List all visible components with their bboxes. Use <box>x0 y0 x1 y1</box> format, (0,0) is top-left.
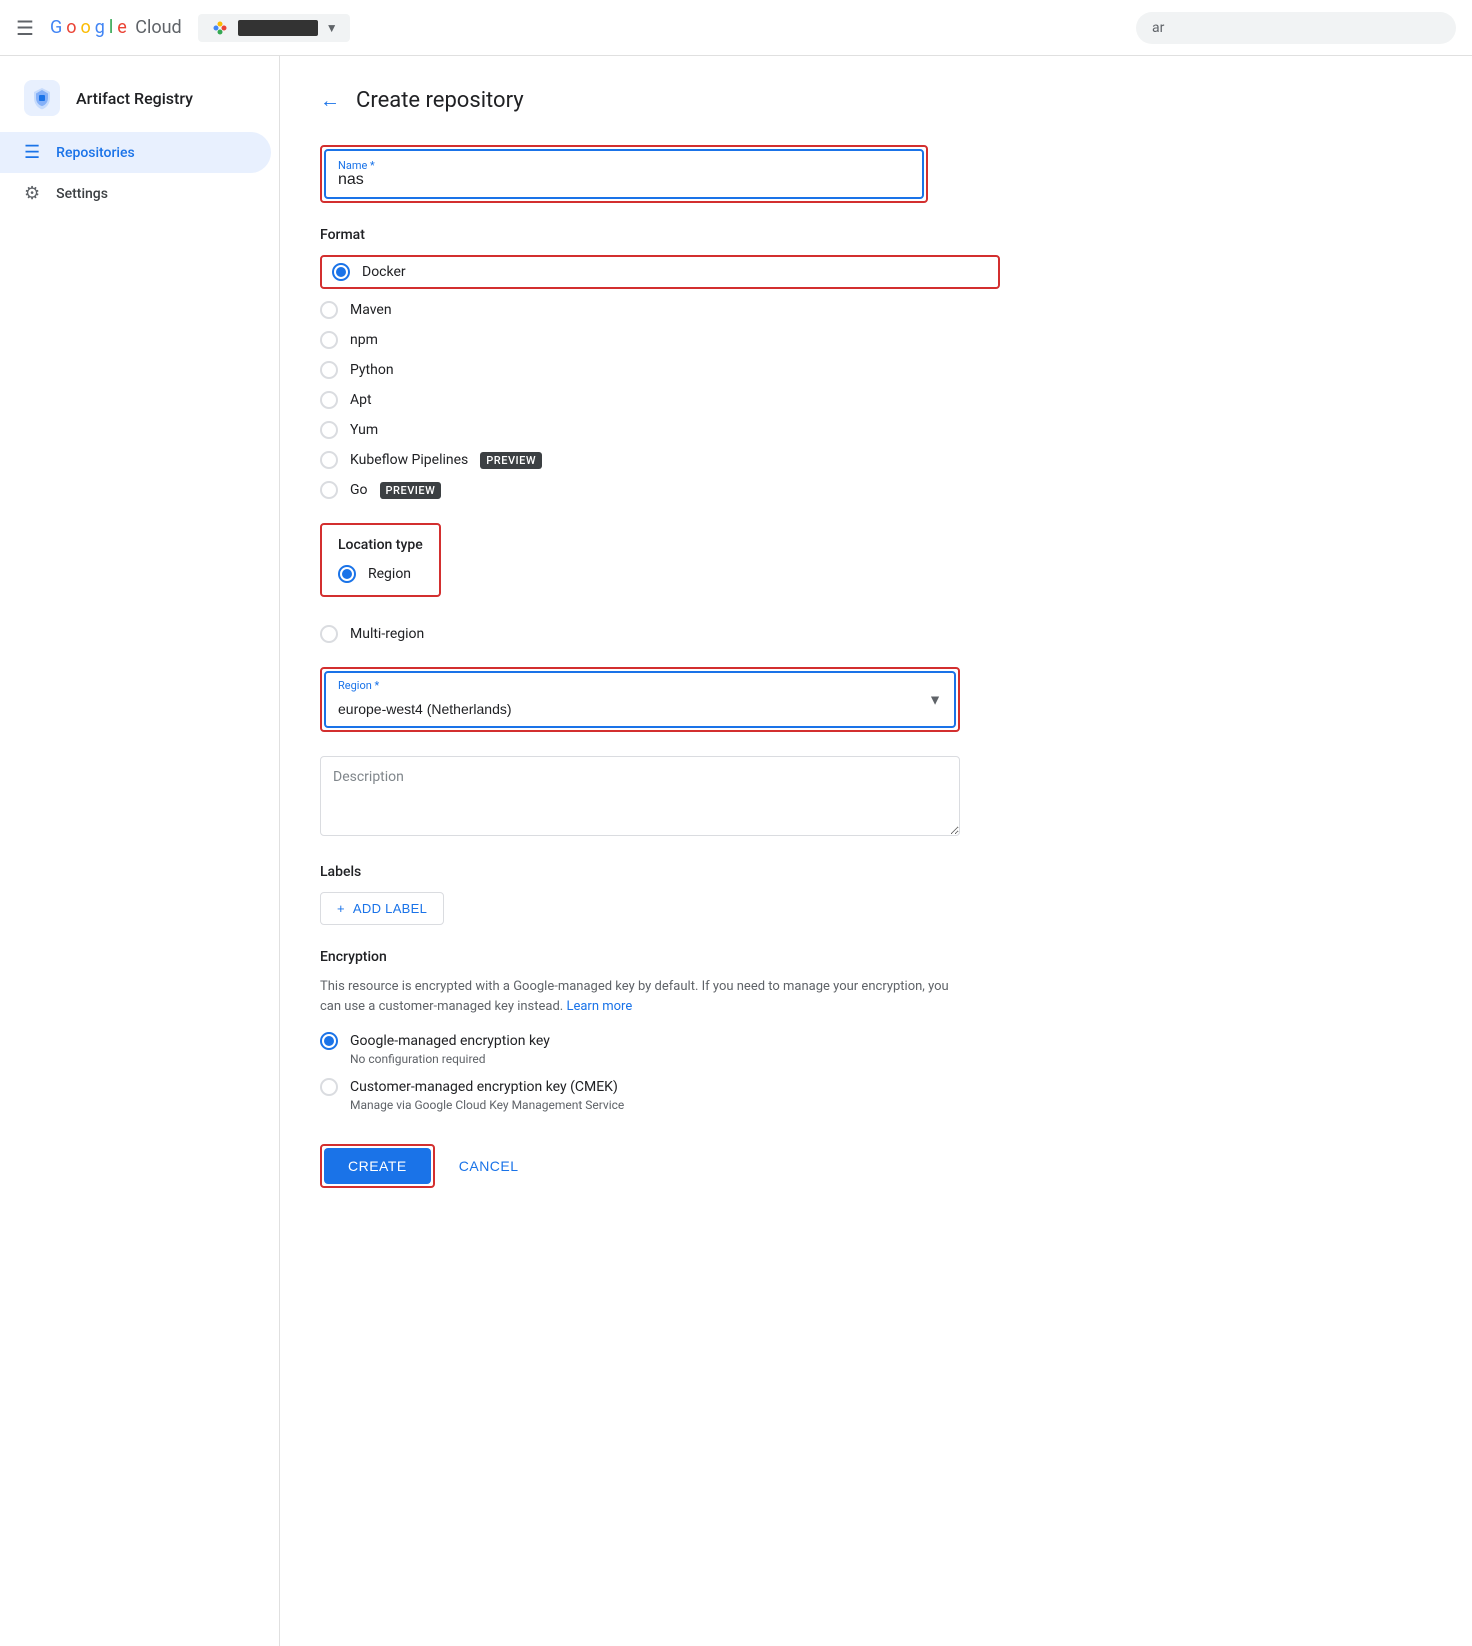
add-label-button[interactable]: + ADD LABEL <box>320 892 444 925</box>
back-button[interactable]: ← <box>320 88 340 113</box>
sidebar-item-repositories[interactable]: ☰ Repositories <box>0 132 271 173</box>
sidebar-header: Artifact Registry <box>0 64 279 132</box>
project-dots-icon <box>210 18 230 38</box>
encryption-radio-group: Google-managed encryption key No configu… <box>320 1032 1000 1112</box>
kubeflow-radio[interactable] <box>320 451 338 469</box>
location-type-radio-group: Region <box>338 565 423 583</box>
encryption-option-cmek[interactable]: Customer-managed encryption key (CMEK) M… <box>320 1078 1000 1112</box>
name-field-label: Name * <box>338 159 375 172</box>
google-managed-radio[interactable] <box>320 1032 338 1050</box>
google-managed-label: Google-managed encryption key <box>350 1033 550 1049</box>
name-field: Name * <box>324 149 924 199</box>
encryption-label: Encryption <box>320 949 1000 965</box>
sidebar-item-repositories-label: Repositories <box>56 145 135 161</box>
yum-radio[interactable] <box>320 421 338 439</box>
name-field-highlight: Name * <box>320 145 928 203</box>
project-selector[interactable]: ▼ <box>198 14 350 42</box>
go-label: Go <box>350 482 368 498</box>
name-input[interactable] <box>338 167 910 189</box>
encryption-option-google[interactable]: Google-managed encryption key No configu… <box>320 1032 1000 1066</box>
sidebar-title: Artifact Registry <box>76 89 193 108</box>
region-dropdown: Region * europe-west4 (Netherlands) us-c… <box>324 671 956 728</box>
format-option-apt[interactable]: Apt <box>320 391 1000 409</box>
project-chevron-icon: ▼ <box>326 21 338 35</box>
sidebar-item-settings-label: Settings <box>56 186 108 202</box>
location-type-region[interactable]: Region <box>338 565 423 583</box>
npm-label: npm <box>350 332 378 348</box>
go-radio[interactable] <box>320 481 338 499</box>
region-label: Region <box>368 566 411 582</box>
description-field[interactable] <box>320 756 960 836</box>
kubeflow-preview-badge: PREVIEW <box>480 452 542 469</box>
maven-label: Maven <box>350 302 392 318</box>
topbar: ☰ Google Cloud ▼ ar <box>0 0 1472 56</box>
maven-radio[interactable] <box>320 301 338 319</box>
create-button[interactable]: CREATE <box>324 1148 431 1184</box>
create-button-highlight: CREATE <box>320 1144 435 1188</box>
location-type-label: Location type <box>338 537 423 553</box>
region-select[interactable]: europe-west4 (Netherlands) us-central1 (… <box>338 689 942 717</box>
format-option-python[interactable]: Python <box>320 361 1000 379</box>
project-name <box>238 20 318 36</box>
region-radio[interactable] <box>338 565 356 583</box>
search-bar[interactable]: ar <box>1136 12 1456 44</box>
apt-label: Apt <box>350 392 372 408</box>
region-field-label: Region * <box>338 679 379 692</box>
google-managed-sub: No configuration required <box>350 1052 1000 1066</box>
sidebar-item-settings[interactable]: ⚙ Settings <box>0 173 271 214</box>
multiregion-radio[interactable] <box>320 625 338 643</box>
settings-icon: ⚙ <box>24 183 40 204</box>
artifact-registry-logo <box>24 80 60 116</box>
npm-radio[interactable] <box>320 331 338 349</box>
format-label: Format <box>320 227 1000 243</box>
labels-section: Labels + ADD LABEL <box>320 864 1000 925</box>
format-option-docker[interactable]: Docker <box>332 263 406 281</box>
menu-icon[interactable]: ☰ <box>16 16 34 40</box>
docker-label: Docker <box>362 264 406 280</box>
format-radio-group: Docker Maven npm Python <box>320 255 1000 499</box>
cmek-label: Customer-managed encryption key (CMEK) <box>350 1079 618 1095</box>
location-type-highlight: Location type Region <box>320 523 441 597</box>
learn-more-link[interactable]: Learn more <box>566 999 632 1014</box>
kubeflow-label: Kubeflow Pipelines <box>350 452 468 468</box>
cancel-button[interactable]: CANCEL <box>459 1158 519 1174</box>
go-preview-badge: PREVIEW <box>380 482 442 499</box>
format-option-kubeflow[interactable]: Kubeflow Pipelines PREVIEW <box>320 451 1000 469</box>
cmek-radio[interactable] <box>320 1078 338 1096</box>
page-header: ← Create repository <box>320 88 1432 113</box>
page-title: Create repository <box>356 88 524 113</box>
python-radio[interactable] <box>320 361 338 379</box>
format-option-maven[interactable]: Maven <box>320 301 1000 319</box>
format-option-go[interactable]: Go PREVIEW <box>320 481 1000 499</box>
action-buttons: CREATE CANCEL <box>320 1144 1000 1188</box>
sidebar: Artifact Registry ☰ Repositories ⚙ Setti… <box>0 56 280 1646</box>
encryption-description: This resource is encrypted with a Google… <box>320 977 960 1016</box>
multiregion-label: Multi-region <box>350 626 424 642</box>
main-content: ← Create repository Name * Format Do <box>280 56 1472 1646</box>
yum-label: Yum <box>350 422 378 438</box>
add-label-text: ADD LABEL <box>353 901 427 916</box>
add-label-icon: + <box>337 901 345 916</box>
labels-label: Labels <box>320 864 1000 880</box>
layout: Artifact Registry ☰ Repositories ⚙ Setti… <box>0 56 1472 1646</box>
apt-radio[interactable] <box>320 391 338 409</box>
create-repository-form: Name * Format Docker Maven <box>320 145 1000 1188</box>
google-logo: Google Cloud <box>50 17 182 38</box>
python-label: Python <box>350 362 394 378</box>
docker-option-highlight: Docker <box>320 255 1000 289</box>
format-option-npm[interactable]: npm <box>320 331 1000 349</box>
location-type-multiregion[interactable]: Multi-region <box>320 625 1000 643</box>
docker-radio[interactable] <box>332 263 350 281</box>
cmek-sub: Manage via Google Cloud Key Management S… <box>350 1098 1000 1112</box>
format-option-yum[interactable]: Yum <box>320 421 1000 439</box>
region-dropdown-highlight: Region * europe-west4 (Netherlands) us-c… <box>320 667 960 732</box>
encryption-section: Encryption This resource is encrypted wi… <box>320 949 1000 1112</box>
repositories-icon: ☰ <box>24 142 40 163</box>
format-section: Format Docker Maven npm <box>320 227 1000 499</box>
